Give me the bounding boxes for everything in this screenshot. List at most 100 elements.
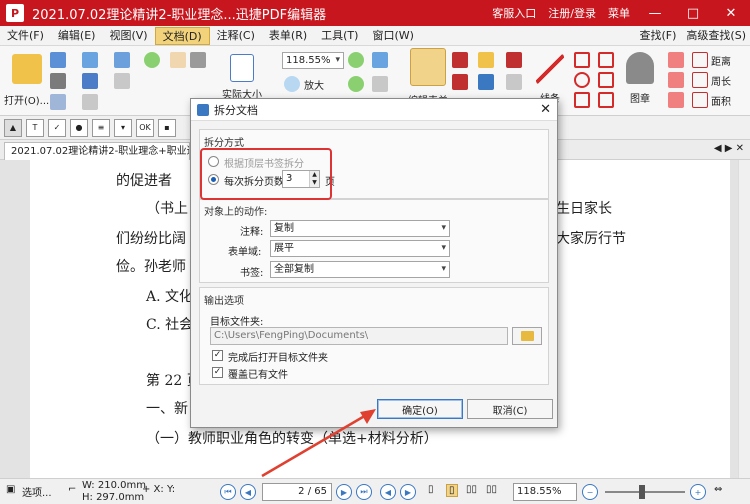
document-tab[interactable]: 2021.07.02理论精讲2-职业理念+职业道德知... (4, 142, 190, 160)
menu-comment[interactable]: 注释(C) (210, 27, 262, 45)
menu-view[interactable]: 视图(V) (102, 27, 154, 45)
zoom-in-icon[interactable] (284, 76, 300, 92)
cloud-shape-icon[interactable] (598, 92, 614, 108)
menu-form[interactable]: 表单(R) (262, 27, 314, 45)
email-icon[interactable] (82, 94, 98, 110)
tab-scroll-arrows-icon[interactable]: ◀ ▶ ✕ (714, 143, 744, 154)
image-tool-icon[interactable]: ▪ (158, 118, 176, 137)
rectangle-shape-icon[interactable] (574, 92, 590, 108)
dialog-close-icon[interactable]: ✕ (540, 102, 551, 117)
rotate-icon[interactable] (348, 76, 364, 92)
maximize-button[interactable]: □ (680, 6, 706, 21)
actual-size-tool[interactable]: 实际大小 (222, 54, 262, 101)
zoom-slider-handle[interactable] (639, 485, 645, 499)
listbox-tool-icon[interactable]: ≡ (92, 118, 110, 137)
login-link[interactable]: 注册/登录 (548, 5, 596, 21)
select-text-icon[interactable] (372, 52, 388, 68)
continuous-facing-icon[interactable]: ▯▯ (486, 484, 497, 495)
stamp-tool[interactable]: 图章 (626, 52, 654, 105)
strikeout-icon[interactable] (668, 92, 684, 108)
area-label: 面积 (711, 97, 731, 108)
undo-icon[interactable] (114, 52, 130, 68)
new-doc-icon[interactable] (50, 52, 66, 68)
ok-button[interactable]: 确定(O) (377, 399, 463, 419)
area-icon[interactable] (692, 92, 708, 108)
options-icon[interactable]: ▣ (6, 484, 15, 495)
save-icon[interactable] (82, 73, 98, 89)
single-page-icon[interactable]: ▯ (428, 484, 434, 495)
doc-line: （书上 (146, 201, 188, 217)
perimeter-icon[interactable] (692, 72, 708, 88)
cloud-icon[interactable] (82, 52, 98, 68)
textbox-icon[interactable] (478, 74, 494, 90)
find-button[interactable]: 查找(F) (640, 27, 677, 43)
eraser-icon[interactable] (668, 52, 684, 68)
zoom-plus-icon[interactable] (348, 52, 364, 68)
snapshot-icon[interactable] (190, 52, 206, 68)
print-icon[interactable] (50, 73, 66, 89)
back-view-icon[interactable]: ◀ (380, 484, 396, 500)
ellipse-shape-icon[interactable] (574, 72, 590, 88)
target-folder-input[interactable]: C:\Users\FengPing\Documents\ (210, 327, 508, 345)
text-field-tool-icon[interactable]: T (26, 118, 44, 137)
continuous-page-icon[interactable]: ▯ (446, 484, 458, 497)
menu-document[interactable]: 文档(D) (154, 26, 210, 45)
highlight-icon[interactable] (668, 72, 684, 88)
form-field-select[interactable]: 展平 ▾ (270, 240, 450, 257)
fit-width-icon[interactable]: ⇔ (714, 484, 722, 495)
zoom-out-icon[interactable]: − (582, 484, 598, 500)
menu-tools[interactable]: 工具(T) (314, 27, 365, 45)
note-icon[interactable] (506, 52, 522, 68)
polygon-shape-icon[interactable] (598, 72, 614, 88)
next-page-icon[interactable]: ▶ (336, 484, 352, 500)
annotation-select[interactable]: 复制 ▾ (270, 220, 450, 237)
forward-view-icon[interactable]: ▶ (400, 484, 416, 500)
open-folder-checkbox[interactable]: ✓ (212, 350, 223, 361)
cut-icon[interactable] (114, 73, 130, 89)
back-icon[interactable] (144, 52, 160, 68)
combobox-tool-icon[interactable]: ▾ (114, 118, 132, 137)
menu-link[interactable]: 菜单 (608, 5, 630, 21)
button-tool-icon[interactable]: OK (136, 118, 154, 137)
advanced-find-button[interactable]: 高级查找(S) (686, 27, 746, 43)
cursor-position-icon: + X: Y: (142, 484, 176, 495)
overwrite-checkbox[interactable]: ✓ (212, 367, 223, 378)
radio-tool-icon[interactable]: ● (70, 118, 88, 137)
previous-page-icon[interactable]: ◀ (240, 484, 256, 500)
last-page-icon[interactable]: ⏭ (356, 484, 372, 500)
pencil-icon[interactable] (598, 52, 614, 68)
fit-page-icon[interactable] (372, 76, 388, 92)
status-zoom-select[interactable]: 118.55% (513, 483, 577, 501)
arrow-shape-icon[interactable] (574, 52, 590, 68)
distance-icon[interactable] (692, 52, 708, 68)
first-page-icon[interactable]: ⏮ (220, 484, 236, 500)
bookmark-select[interactable]: 全部复制 ▾ (270, 261, 450, 278)
checkbox-field-icon[interactable] (452, 74, 468, 90)
zoom-slider[interactable] (605, 485, 685, 499)
close-button[interactable]: ✕ (718, 6, 744, 21)
attach-icon[interactable] (506, 74, 522, 90)
options-button[interactable]: 选项... (22, 484, 52, 499)
menu-file[interactable]: 文件(F) (0, 27, 51, 45)
facing-page-icon[interactable]: ▯▯ (466, 484, 477, 495)
page-number-input[interactable]: 2 / 65 (262, 483, 332, 501)
text-field-icon[interactable] (452, 52, 468, 68)
customer-service-link[interactable]: 客服入口 (492, 5, 536, 21)
folder-icon (11, 54, 42, 84)
cancel-button[interactable]: 取消(C) (467, 399, 553, 419)
annotation-label: 注释: (240, 227, 264, 238)
minimize-button[interactable]: — (642, 6, 668, 21)
target-folder-label: 目标文件夹: (210, 317, 264, 328)
menu-edit[interactable]: 编辑(E) (51, 27, 103, 45)
properties-icon[interactable] (50, 94, 66, 110)
zoom-select[interactable]: 118.55% ▾ (282, 52, 344, 69)
hand-tool-icon[interactable] (170, 52, 186, 68)
menu-window[interactable]: 窗口(W) (365, 27, 420, 45)
zoom-in-status-icon[interactable]: + (690, 484, 706, 500)
select-arrow-icon[interactable]: ▲ (4, 118, 22, 137)
browse-folder-button[interactable] (512, 327, 542, 345)
open-tool[interactable]: 打开(O)... (4, 54, 49, 107)
typewriter-icon[interactable] (478, 52, 494, 68)
checkbox-tool-icon[interactable]: ✓ (48, 118, 66, 137)
vertical-scrollbar[interactable] (738, 160, 750, 478)
